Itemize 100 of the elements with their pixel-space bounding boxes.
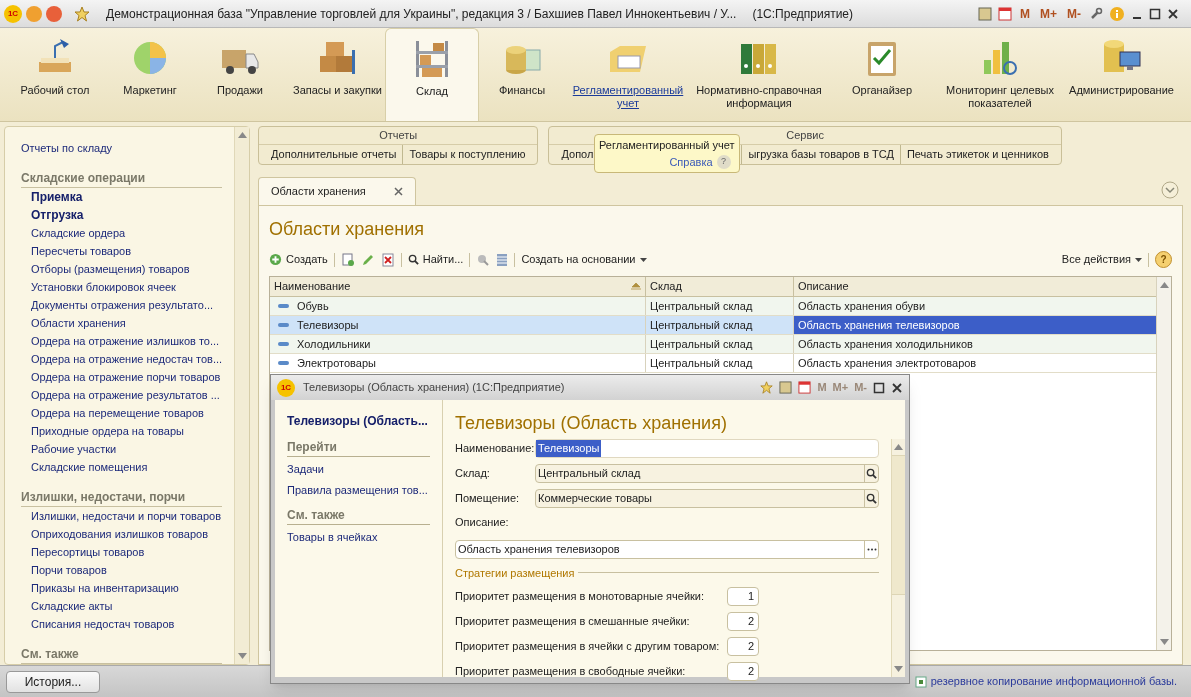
maximize-icon[interactable] [1149, 7, 1161, 20]
help-icon[interactable]: ? [716, 154, 731, 169]
memory-button[interactable]: M+ [1038, 4, 1059, 23]
sidebar-item[interactable]: Ордера на перемещение товаров [21, 404, 234, 422]
wrench-icon[interactable] [1089, 6, 1103, 21]
description-field[interactable]: Область хранения телевизоров [455, 539, 879, 559]
command-link[interactable]: Товары к поступлению [402, 145, 532, 164]
scroll-up-icon[interactable] [894, 444, 903, 450]
sidebar-item[interactable]: Складские акты [21, 597, 234, 615]
collapse-icon[interactable] [1161, 181, 1179, 199]
sidebar-link[interactable]: Отчеты по складу [21, 139, 234, 157]
all-actions-button[interactable]: Все действия [1061, 251, 1142, 268]
priority-field[interactable]: 1 [727, 587, 759, 606]
create-based-on-button[interactable]: Создать на основании [521, 251, 647, 268]
status-message[interactable]: резервное копирование информационной базы. [930, 673, 1177, 690]
command-link[interactable]: Дополнительные отчеты [265, 145, 403, 164]
priority-field[interactable]: 2 [727, 637, 759, 656]
section-tab[interactable]: Склад [385, 28, 479, 121]
sidebar-item[interactable]: Отгрузка [21, 206, 234, 224]
section-tab[interactable]: Администрирование [1063, 28, 1180, 121]
info-icon[interactable] [1109, 5, 1125, 22]
nav-title[interactable]: Телевизоры (Область... [287, 412, 430, 430]
name-field[interactable]: Телевизоры [535, 439, 879, 458]
sidebar-item[interactable]: Складские помещения [21, 458, 234, 476]
sidebar-item[interactable]: Ордера на отражение недостач тов... [21, 350, 234, 368]
section-tab[interactable]: Запасы и закупки [290, 28, 385, 121]
calendar-icon[interactable] [798, 381, 812, 394]
scrollbar[interactable] [1156, 277, 1171, 650]
sidebar-item[interactable]: Установки блокировок ячеек [21, 278, 234, 296]
scroll-thumb[interactable] [892, 455, 905, 595]
scroll-up-icon[interactable] [237, 132, 247, 138]
list-icon[interactable] [496, 252, 509, 267]
lookup-field[interactable]: Коммерческие товары [535, 489, 879, 508]
column-header[interactable]: Наименование [270, 277, 645, 296]
section-tab[interactable]: Нормативно-справочная информация [691, 28, 827, 121]
memory-button[interactable]: M- [1065, 4, 1083, 23]
scroll-down-icon[interactable] [1159, 639, 1169, 645]
sidebar-item[interactable]: Области хранения [21, 314, 234, 332]
section-tab[interactable]: Регламентированный учет [565, 28, 691, 121]
filter-off-icon[interactable] [476, 252, 491, 267]
sidebar-item[interactable]: Рабочие участки [21, 440, 234, 458]
sidebar-item[interactable]: Списания недостач товаров [21, 615, 234, 633]
star-icon[interactable] [760, 381, 774, 394]
calendar-icon[interactable] [998, 6, 1012, 21]
maximize-icon[interactable] [873, 381, 885, 394]
priority-field[interactable]: 2 [727, 662, 759, 681]
field-value: Центральный склад [537, 467, 642, 480]
table-row[interactable]: Телевизоры Центральный склад Область хранения телевизоров [270, 316, 1156, 335]
table-row[interactable]: Холодильники Центральный склад Область хранения холодильников [270, 335, 1156, 354]
sidebar-item[interactable]: Приказы на инвентаризацию [21, 579, 234, 597]
history-button[interactable]: История... [6, 670, 100, 693]
table-row[interactable]: Обувь Центральный склад Область хранения обуви [270, 297, 1156, 316]
section-tab[interactable]: Мониторинг целевых показателей [937, 28, 1063, 121]
calculator-icon[interactable] [779, 381, 793, 394]
tab[interactable]: Области хранения [258, 177, 416, 205]
scroll-up-icon[interactable] [1159, 282, 1169, 288]
nav-link[interactable]: Товары в ячейках [287, 529, 430, 546]
sidebar-item[interactable]: Складские ордера [21, 224, 234, 242]
sidebar-item[interactable]: Приемка [21, 188, 234, 206]
section-tab[interactable]: Рабочий стол [0, 28, 110, 121]
calculator-icon[interactable] [978, 6, 992, 21]
section-tab[interactable]: Маркетинг [110, 28, 190, 121]
sidebar-item[interactable]: Документы отражения результато... [21, 296, 234, 314]
table-cell: Центральный склад [645, 335, 793, 353]
help-link[interactable]: Справка [669, 153, 713, 170]
help-button[interactable]: ? [1155, 251, 1172, 268]
column-header[interactable]: Склад [645, 277, 793, 296]
copy-icon[interactable] [340, 252, 355, 267]
star-icon[interactable] [74, 5, 90, 22]
sort-icon [631, 283, 641, 290]
lookup-field[interactable]: Центральный склад [535, 464, 879, 483]
scroll-down-icon[interactable] [237, 653, 247, 659]
sidebar-item[interactable]: Приходные ордера на товары [21, 422, 234, 440]
pencil-icon[interactable] [360, 252, 375, 267]
find-button[interactable]: Найти... [407, 251, 464, 268]
nav-link[interactable]: Правила размещения тов... [287, 481, 430, 498]
delete-icon[interactable] [380, 252, 395, 267]
sidebar-item[interactable]: Ордера на отражение излишков то... [21, 332, 234, 350]
sidebar-item[interactable]: Отборы (размещения) товаров [21, 260, 234, 278]
sidebar-item[interactable]: Порчи товаров [21, 561, 234, 579]
section-tab[interactable]: Финансы [479, 28, 565, 121]
sidebar-item[interactable]: Ордера на отражение порчи товаров [21, 368, 234, 386]
sidebar-item[interactable]: Излишки, недостачи и порчи товаров [21, 507, 234, 525]
ellipsis-icon[interactable] [864, 540, 878, 558]
command-link[interactable]: Печать этикеток и ценников [899, 145, 1055, 164]
nav-link[interactable]: Задачи [287, 461, 430, 478]
priority-field[interactable]: 2 [727, 612, 759, 631]
section-tab[interactable]: Органайзер [827, 28, 937, 121]
create-button[interactable]: Создать [269, 251, 328, 268]
scrollbar[interactable] [234, 127, 249, 664]
sidebar-item[interactable]: Пересортицы товаров [21, 543, 234, 561]
memory-button[interactable]: M [1018, 4, 1032, 23]
sidebar-item[interactable]: Пересчеты товаров [21, 242, 234, 260]
sidebar-item[interactable]: Ордера на отражение результатов ... [21, 386, 234, 404]
command-link[interactable]: ыгрузка базы товаров в ТСД [741, 145, 900, 164]
table-row[interactable]: Электротовары Центральный склад Область хранения электротоваров [270, 354, 1156, 373]
section-tab[interactable]: Продажи [190, 28, 290, 121]
field-label: Склад: [455, 466, 491, 482]
sidebar-item[interactable]: Оприходования излишков товаров [21, 525, 234, 543]
scrollbar[interactable] [891, 439, 905, 677]
